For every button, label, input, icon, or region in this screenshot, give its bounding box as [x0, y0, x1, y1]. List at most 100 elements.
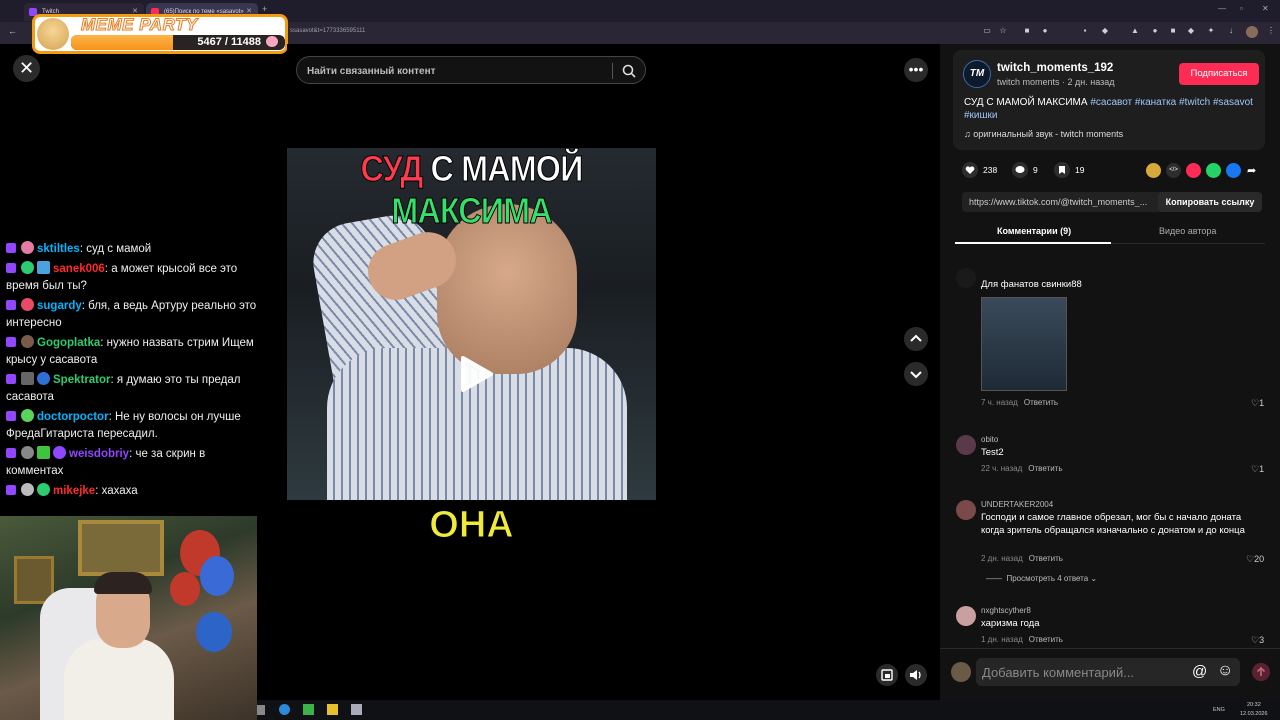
chat-username[interactable]: sktiltles [37, 243, 80, 255]
extension-icon[interactable]: ● [1150, 26, 1160, 36]
comment-meta: 22 ч. назад Ответить [981, 464, 1063, 473]
comment-like-button[interactable]: ♡1 [1251, 464, 1264, 475]
chat-username[interactable]: doctorpoctor [37, 411, 109, 423]
reply-button[interactable]: Ответить [1029, 635, 1063, 644]
menu-icon[interactable]: ⋮ [1266, 26, 1276, 36]
extension-icon[interactable]: ■ [1168, 26, 1178, 36]
follow-button[interactable]: Подписаться [1179, 63, 1259, 85]
related-search-box[interactable] [296, 56, 646, 84]
pip-icon[interactable] [876, 664, 898, 686]
tray-time[interactable]: 20:32 [1247, 702, 1261, 708]
search-input[interactable] [307, 63, 597, 79]
heart-icon [962, 162, 978, 178]
next-video-chevron-down-icon[interactable] [904, 362, 928, 386]
url-text[interactable]: ssasavot&t=1773336595111 [290, 28, 365, 34]
taskbar-app-icon[interactable] [351, 704, 362, 715]
reply-button[interactable]: Ответить [1024, 398, 1058, 407]
comment-item: obito Test2 22 ч. назад Ответить ♡1 [956, 435, 1270, 475]
tab-comments[interactable]: Комментарии (9) [997, 226, 1071, 236]
copy-link-button[interactable]: Копировать ссылку [1158, 192, 1262, 212]
hashtag[interactable]: #twitch [1179, 97, 1210, 108]
sub-badge-icon [6, 243, 16, 253]
commenter-avatar[interactable] [956, 268, 976, 288]
extension-icon[interactable]: ◆ [1186, 26, 1196, 36]
comments-button[interactable]: 9 [1012, 162, 1038, 178]
comment-screenshot-image[interactable] [981, 297, 1067, 391]
badge-icon [21, 372, 34, 385]
taskbar-browser-icon[interactable] [279, 704, 290, 715]
extension-icon[interactable]: ▲ [1130, 26, 1140, 36]
video-player[interactable]: СУД С МАМОЙ МАКСИМА ОНА [287, 44, 656, 700]
facebook-icon[interactable] [1226, 163, 1241, 178]
hashtag[interactable]: #сасавот [1090, 97, 1132, 108]
comment-input-wrapper[interactable]: @ ☺ [976, 658, 1240, 686]
more-options-button[interactable]: ••• [904, 58, 928, 82]
send-comment-icon[interactable] [1252, 663, 1270, 681]
previous-video-chevron-up-icon[interactable] [904, 327, 928, 351]
close-window-icon[interactable]: ✕ [1262, 4, 1269, 13]
comment-like-button[interactable]: ♡20 [1246, 554, 1264, 565]
author-avatar[interactable]: TM [963, 60, 991, 88]
commenter-avatar[interactable] [956, 606, 976, 626]
new-tab-icon[interactable]: + [262, 4, 267, 14]
author-name[interactable]: twitch_moments_192 [997, 62, 1113, 74]
maximize-icon[interactable]: ▫ [1240, 4, 1243, 13]
minimize-icon[interactable]: — [1218, 4, 1226, 13]
downloads-icon[interactable]: ↓ [1226, 26, 1236, 36]
chat-username[interactable]: Gogoplatka [37, 337, 100, 349]
extensions-puzzle-icon[interactable]: ✦ [1206, 26, 1216, 36]
tray-date[interactable]: 12.03.2026 [1240, 711, 1268, 717]
close-button[interactable]: ✕ [13, 55, 40, 82]
chat-username[interactable]: mikejke [53, 485, 95, 497]
hashtag[interactable]: #sasavot [1213, 97, 1253, 108]
music-line[interactable]: ♫ оригинальный звук - twitch moments [964, 129, 1123, 139]
extension-icon[interactable]: ● [1040, 26, 1050, 36]
save-button[interactable]: 19 [1054, 162, 1084, 178]
tab-author-videos[interactable]: Видео автора [1159, 226, 1216, 236]
commenter-name[interactable]: UNDERTAKER2004 [981, 500, 1053, 509]
mention-icon[interactable]: @ [1192, 663, 1207, 680]
chat-username[interactable]: sugardy [37, 300, 82, 312]
repost-icon[interactable] [1186, 163, 1201, 178]
extension-icon[interactable]: ■ [1022, 26, 1032, 36]
share-link-box[interactable]: https://www.tiktok.com/@twitch_moments_.… [962, 192, 1262, 212]
tray-language[interactable]: ENG [1213, 707, 1225, 713]
embed-code-icon[interactable]: </> [1166, 163, 1181, 178]
commenter-avatar[interactable] [956, 435, 976, 455]
back-icon[interactable]: ← [8, 26, 17, 36]
extension-icon[interactable]: ▪ [1080, 26, 1090, 36]
volume-icon[interactable] [905, 664, 927, 686]
comment-like-button[interactable]: ♡3 [1251, 635, 1264, 646]
taskbar-app-icon[interactable] [303, 704, 314, 715]
extension-icon[interactable]: ◆ [1100, 26, 1110, 36]
comment-like-count: 1 [1259, 464, 1265, 474]
whatsapp-icon[interactable] [1206, 163, 1221, 178]
chat-username[interactable]: weisdobriy [69, 448, 129, 460]
cast-icon[interactable]: ▭ [982, 26, 992, 36]
commenter-name[interactable]: obito [981, 435, 998, 444]
share-link-url[interactable]: https://www.tiktok.com/@twitch_moments_.… [969, 197, 1154, 207]
share-arrow-icon[interactable]: ➦ [1247, 164, 1256, 177]
taskbar-explorer-icon[interactable] [327, 704, 338, 715]
commenter-avatar[interactable] [956, 500, 976, 520]
view-replies-button[interactable]: —— Просмотреть 4 ответа ⌄ [986, 574, 1097, 583]
hashtag[interactable]: #канатка [1135, 97, 1176, 108]
profile-avatar[interactable] [1246, 26, 1258, 38]
chat-username[interactable]: Spektrator [53, 374, 111, 386]
bookmark-star-icon[interactable]: ☆ [998, 26, 1008, 36]
search-icon[interactable] [622, 64, 636, 78]
hashtag[interactable]: #кишки [964, 110, 998, 121]
commenter-name[interactable]: nxghtscyther8 [981, 606, 1031, 615]
reply-button[interactable]: Ответить [1028, 464, 1062, 473]
music-title[interactable]: оригинальный звук - twitch moments [973, 129, 1123, 139]
chat-username[interactable]: sanek006 [53, 263, 105, 275]
coin-icon[interactable] [1146, 163, 1161, 178]
taskbar-app-icon[interactable] [257, 705, 265, 715]
like-button[interactable]: 238 [962, 162, 997, 178]
comment-like-button[interactable]: ♡1 [1251, 398, 1264, 409]
view-replies-label[interactable]: Просмотреть 4 ответа [1006, 574, 1088, 583]
reply-button[interactable]: Ответить [1029, 554, 1063, 563]
emoji-icon[interactable]: ☺ [1217, 662, 1233, 680]
comment-input[interactable] [982, 664, 1182, 680]
play-icon[interactable] [455, 354, 495, 394]
